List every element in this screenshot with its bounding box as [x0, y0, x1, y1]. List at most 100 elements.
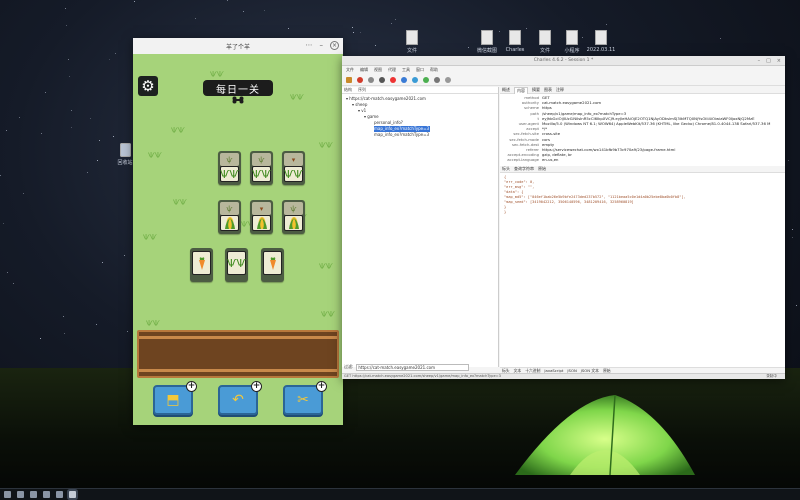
- maximize-icon[interactable]: □: [766, 58, 771, 64]
- tab-notes[interactable]: 注释: [556, 87, 564, 93]
- star: [605, 24, 607, 25]
- star: [525, 27, 527, 29]
- record-icon[interactable]: [357, 76, 363, 83]
- star: [109, 59, 111, 61]
- tab-headers[interactable]: 标头: [502, 166, 510, 172]
- close-icon[interactable]: ×: [777, 58, 781, 64]
- broom-icon[interactable]: [346, 76, 352, 83]
- star: [23, 193, 25, 195]
- tile-grass[interactable]: ▾ ѰѰ: [282, 151, 305, 185]
- tile-slot-tray: [137, 330, 339, 378]
- game-titlebar: 羊了个羊 ⋯ – ×: [133, 38, 343, 54]
- tab-sequence[interactable]: 序列: [358, 87, 366, 93]
- tile-grass[interactable]: ѰѰ: [225, 248, 248, 282]
- star: [720, 37, 722, 39]
- response-json: { "err_code": 0, "err_msg": "", "data": …: [504, 175, 686, 215]
- star: [40, 338, 42, 340]
- settings-icon[interactable]: [445, 76, 451, 83]
- star: [45, 92, 47, 94]
- status-bar: GET https://cat-match.easygame2021.com/s…: [342, 373, 785, 379]
- more-icon[interactable]: ⋯: [306, 41, 313, 50]
- start-icon[interactable]: [4, 491, 11, 498]
- star: [68, 75, 70, 77]
- refresh-icon[interactable]: [412, 76, 418, 83]
- desktop-icon[interactable]: 2022.03.11: [582, 30, 620, 53]
- taskbar-app-icon[interactable]: [56, 491, 63, 498]
- star: [41, 132, 43, 134]
- plus-icon: +: [251, 381, 262, 392]
- tab-query[interactable]: 查询字符串: [514, 166, 534, 172]
- tent-illustration: [515, 394, 695, 476]
- tab-chart[interactable]: 图表: [544, 87, 552, 93]
- undo-icon: ↶: [232, 392, 244, 408]
- plus-icon: +: [186, 381, 197, 392]
- grass-tuft: ѰѰ: [143, 233, 157, 242]
- filter-bar: 过滤: https://cat-match.easygame2021.com: [342, 361, 499, 373]
- menu-item[interactable]: 编辑: [360, 67, 368, 73]
- star: [96, 159, 98, 161]
- menubar: 文件 编辑 视图 代理 工具 窗口 帮助: [342, 66, 785, 74]
- star: [791, 228, 793, 230]
- star: [227, 0, 229, 1]
- grass-tuft: ѰѰ: [321, 310, 335, 319]
- tile-grass[interactable]: ѱ ѰѰ: [250, 151, 273, 185]
- pen-icon[interactable]: [401, 76, 407, 83]
- throttle-icon[interactable]: [368, 76, 374, 83]
- minimize-icon[interactable]: –: [320, 41, 324, 50]
- menu-item[interactable]: 工具: [402, 67, 410, 73]
- minimize-icon[interactable]: –: [758, 58, 761, 64]
- menu-item[interactable]: 文件: [346, 67, 354, 73]
- menu-item[interactable]: 窗口: [416, 67, 424, 73]
- undo-tool-button[interactable]: ↶ +: [218, 381, 262, 415]
- plus-icon: +: [316, 381, 327, 392]
- tab-overview[interactable]: 概述: [502, 87, 510, 93]
- desktop-icon[interactable]: 文件: [393, 30, 431, 54]
- star: [395, 18, 397, 20]
- tile-corn[interactable]: ѱ: [218, 200, 241, 234]
- settings-gear-button[interactable]: ⚙: [138, 76, 158, 96]
- tile-corn[interactable]: ѱ: [282, 200, 305, 234]
- corn-icon: [288, 217, 299, 229]
- menu-item[interactable]: 视图: [374, 67, 382, 73]
- grass-icon: ѰѰ: [284, 167, 303, 181]
- move-out-tool-button[interactable]: ⬒ +: [153, 381, 197, 415]
- header-row: accept-language en-us,en: [507, 157, 559, 163]
- star: [352, 27, 354, 29]
- taskbar-app-icon[interactable]: [17, 491, 24, 498]
- menu-item[interactable]: 代理: [388, 67, 396, 73]
- taskbar-app-icon[interactable]: [30, 491, 37, 498]
- star: [68, 58, 70, 60]
- tree-node[interactable]: map_info_ex?matchType=3: [346, 132, 498, 138]
- tab-contents[interactable]: 内容: [514, 86, 528, 94]
- tile-corn[interactable]: ▾: [250, 200, 273, 234]
- star: [352, 32, 354, 34]
- close-icon[interactable]: ×: [330, 41, 339, 50]
- taskbar-app-icon-active[interactable]: [69, 491, 76, 498]
- star: [287, 27, 289, 29]
- star: [788, 160, 790, 162]
- star: [90, 118, 92, 120]
- taskbar-app-icon[interactable]: [43, 491, 50, 498]
- tile-carrot[interactable]: [261, 248, 284, 282]
- bone-icon: [232, 96, 244, 104]
- carrot-icon: [198, 257, 205, 270]
- turtle-icon[interactable]: [379, 76, 385, 83]
- tools-icon[interactable]: [434, 76, 440, 83]
- tab-structure[interactable]: 结构: [344, 87, 352, 93]
- star: [113, 136, 115, 137]
- tab-raw[interactable]: 原始: [538, 166, 546, 172]
- star: [243, 10, 245, 12]
- star: [63, 333, 65, 335]
- filter-input[interactable]: https://cat-match.easygame2021.com: [356, 363, 469, 371]
- breakpoint-icon[interactable]: [390, 76, 396, 83]
- tile-carrot[interactable]: [190, 248, 213, 282]
- tab-summary[interactable]: 摘要: [532, 87, 540, 93]
- carrot-icon: ▾: [291, 155, 296, 164]
- tile-grass[interactable]: ѱ ѰѰ: [218, 151, 241, 185]
- shuffle-tool-button[interactable]: ✂ +: [283, 381, 327, 415]
- check-icon[interactable]: [423, 76, 429, 83]
- grass-icon: ѰѰ: [220, 167, 239, 181]
- star: [0, 175, 2, 177]
- menu-item[interactable]: 帮助: [430, 67, 438, 73]
- star: [127, 331, 129, 333]
